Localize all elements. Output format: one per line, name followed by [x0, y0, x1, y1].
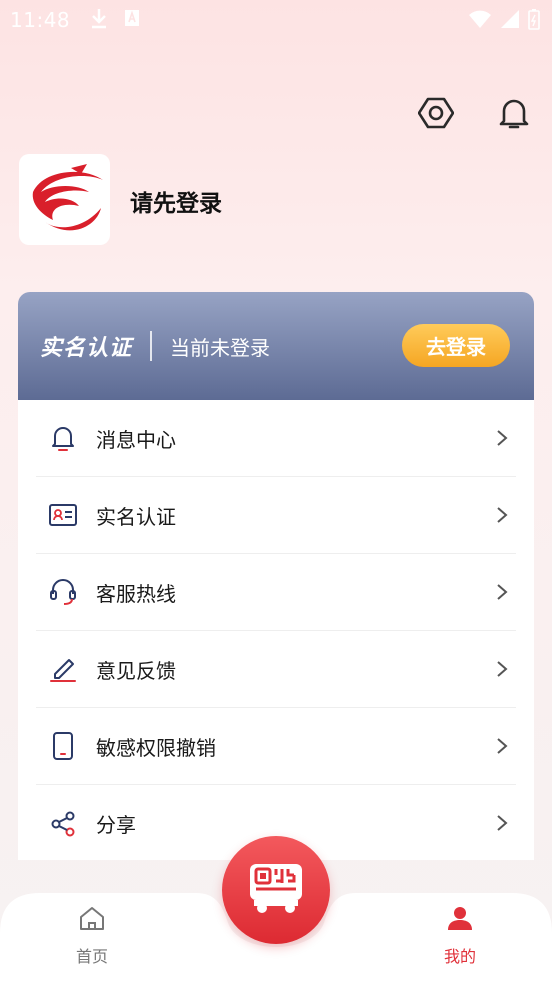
menu-item-label: 客服热线 — [96, 581, 176, 606]
status-time: 11:48 — [10, 8, 71, 32]
hex-settings-icon — [417, 95, 455, 135]
tab-mine-label: 我的 — [443, 947, 476, 966]
menu-item-label: 意见反馈 — [96, 658, 176, 683]
menu-item-label: 消息中心 — [96, 427, 176, 452]
divider — [150, 331, 153, 361]
settings-button[interactable] — [416, 95, 456, 135]
menu-item-feedback[interactable]: 意见反馈 — [36, 631, 516, 708]
app-logo — [32, 163, 103, 230]
tab-home[interactable]: 首页 — [52, 905, 132, 967]
verify-card: 实名认证 当前未登录 去登录 — [18, 292, 534, 400]
chevron-right-icon — [490, 735, 512, 757]
notification-button[interactable] — [494, 95, 534, 135]
tab-home-label: 首页 — [75, 947, 108, 966]
chevron-right-icon — [490, 504, 512, 526]
tab-mine[interactable]: 我的 — [420, 905, 500, 967]
headset-icon — [48, 577, 78, 607]
login-prompt[interactable]: 请先登录 — [130, 184, 222, 218]
menu-item-real-name[interactable]: 实名认证 — [36, 477, 516, 554]
app-notification-icon — [124, 8, 140, 32]
bus-qr-icon — [246, 860, 306, 920]
menu-item-messages[interactable]: 消息中心 — [36, 400, 516, 477]
download-icon — [90, 7, 108, 34]
bell-icon — [48, 423, 78, 453]
chevron-right-icon — [490, 581, 512, 603]
chevron-right-icon — [490, 658, 512, 680]
login-status: 当前未登录 — [170, 335, 271, 360]
menu-item-label: 分享 — [96, 813, 136, 837]
user-icon — [446, 905, 474, 935]
menu-item-hotline[interactable]: 客服热线 — [36, 554, 516, 631]
wifi-icon — [468, 9, 492, 34]
chevron-right-icon — [490, 427, 512, 449]
menu-item-label: 敏感权限撤销 — [96, 735, 216, 760]
menu-item-permissions[interactable]: 敏感权限撤销 — [36, 708, 516, 785]
edit-icon — [48, 654, 78, 684]
go-login-button[interactable]: 去登录 — [402, 324, 510, 367]
menu-item-label: 实名认证 — [96, 504, 176, 529]
status-bar: 11:48 — [0, 0, 552, 40]
phone-icon — [48, 731, 78, 761]
battery-icon — [528, 8, 540, 35]
bell-icon — [498, 96, 530, 134]
signal-icon — [500, 9, 520, 34]
menu-list: 消息中心 实名认证 客服热线 意见反馈 敏感权限撤销 分享 — [18, 400, 534, 860]
share-icon — [48, 809, 78, 839]
chevron-right-icon — [490, 812, 512, 834]
id-card-icon — [48, 500, 78, 530]
scan-ride-button[interactable] — [222, 836, 330, 944]
home-icon — [78, 905, 106, 935]
verify-card-title: 实名认证 — [40, 336, 133, 361]
avatar[interactable] — [19, 154, 110, 245]
